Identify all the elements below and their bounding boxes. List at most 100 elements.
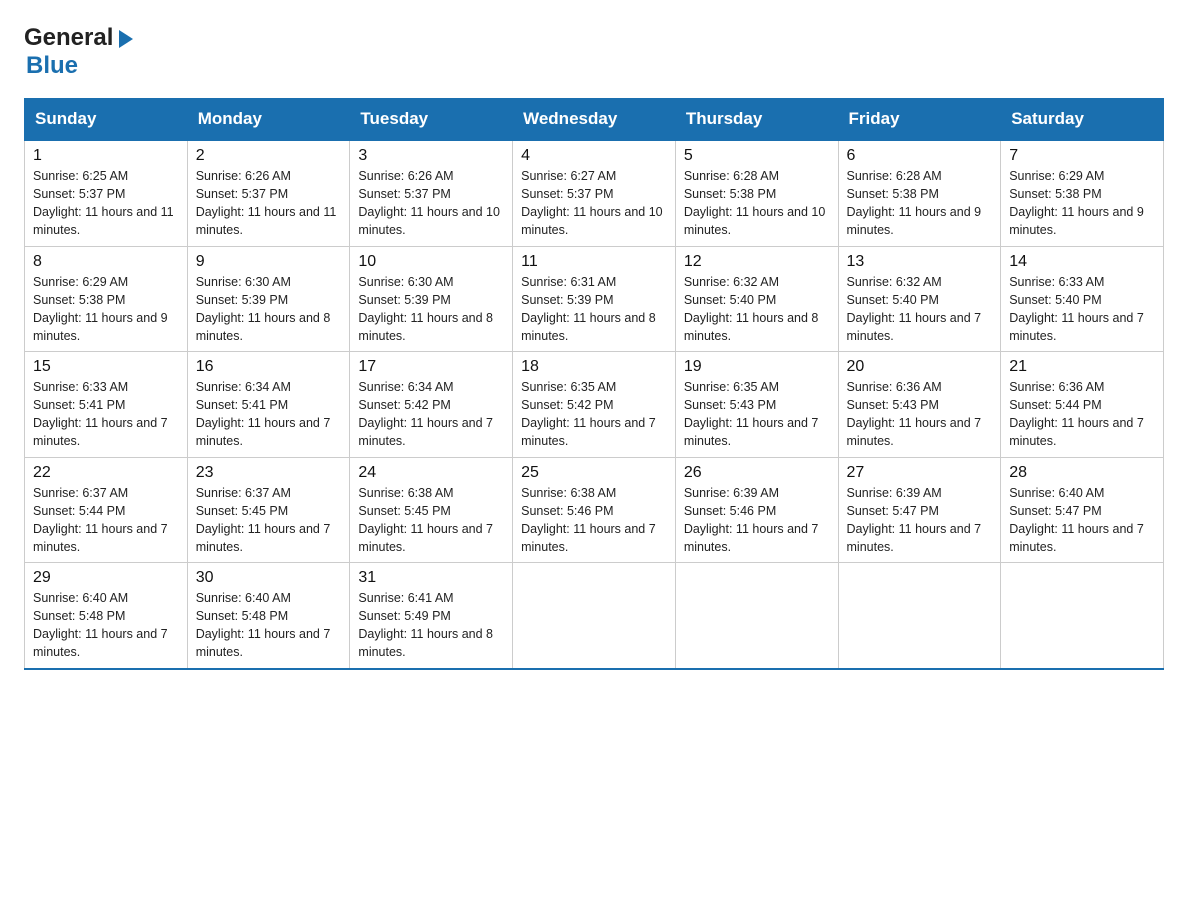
day-info: Sunrise: 6:36 AMSunset: 5:43 PMDaylight:… [847,378,993,451]
day-number: 29 [33,569,179,587]
calendar-body: 1 Sunrise: 6:25 AMSunset: 5:37 PMDaylight… [25,140,1164,669]
day-number: 25 [521,464,667,482]
day-number: 16 [196,358,342,376]
day-cell: 3 Sunrise: 6:26 AMSunset: 5:37 PMDaylight… [350,140,513,246]
week-row-2: 8 Sunrise: 6:29 AMSunset: 5:38 PMDaylight… [25,246,1164,352]
day-number: 17 [358,358,504,376]
calendar-header-row: SundayMondayTuesdayWednesdayThursdayFrid… [25,99,1164,141]
day-cell: 6Sunrise: 6:28 AMSunset: 5:38 PMDaylight… [838,140,1001,246]
day-info: Sunrise: 6:38 AMSunset: 5:45 PMDaylight:… [358,484,504,557]
col-header-monday: Monday [187,99,350,141]
day-cell: 1 Sunrise: 6:25 AMSunset: 5:37 PMDaylight… [25,140,188,246]
day-info: Sunrise: 6:34 AMSunset: 5:42 PMDaylight:… [358,378,504,451]
day-info: Sunrise: 6:32 AMSunset: 5:40 PMDaylight:… [684,273,830,346]
day-number: 24 [358,464,504,482]
day-cell: 2 Sunrise: 6:26 AMSunset: 5:37 PMDaylight… [187,140,350,246]
day-number: 9 [196,253,342,271]
week-row-3: 15 Sunrise: 6:33 AMSunset: 5:41 PMDayligh… [25,352,1164,458]
col-header-thursday: Thursday [675,99,838,141]
day-cell: 18 Sunrise: 6:35 AMSunset: 5:42 PMDayligh… [513,352,676,458]
day-info: Sunrise: 6:28 AMSunset: 5:38 PMDaylight:… [847,167,993,240]
day-cell: 22 Sunrise: 6:37 AMSunset: 5:44 PMDayligh… [25,457,188,563]
week-row-1: 1 Sunrise: 6:25 AMSunset: 5:37 PMDaylight… [25,140,1164,246]
day-cell [675,563,838,669]
logo-general: General [24,24,113,52]
day-number: 22 [33,464,179,482]
day-number: 21 [1009,358,1155,376]
day-cell: 31 Sunrise: 6:41 AMSunset: 5:49 PMDayligh… [350,563,513,669]
day-number: 8 [33,253,179,271]
day-number: 18 [521,358,667,376]
col-header-wednesday: Wednesday [513,99,676,141]
day-info: Sunrise: 6:25 AMSunset: 5:37 PMDaylight:… [33,167,179,240]
day-cell: 20 Sunrise: 6:36 AMSunset: 5:43 PMDayligh… [838,352,1001,458]
day-info: Sunrise: 6:39 AMSunset: 5:46 PMDaylight:… [684,484,830,557]
day-cell: 17 Sunrise: 6:34 AMSunset: 5:42 PMDayligh… [350,352,513,458]
day-cell: 19Sunrise: 6:35 AMSunset: 5:43 PMDayligh… [675,352,838,458]
day-cell: 15 Sunrise: 6:33 AMSunset: 5:41 PMDayligh… [25,352,188,458]
day-number: 3 [358,147,504,165]
day-info: Sunrise: 6:26 AMSunset: 5:37 PMDaylight:… [196,167,342,240]
day-info: Sunrise: 6:35 AMSunset: 5:42 PMDaylight:… [521,378,667,451]
day-number: 4 [521,147,667,165]
day-number: 14 [1009,253,1155,271]
day-cell: 30Sunrise: 6:40 AMSunset: 5:48 PMDayligh… [187,563,350,669]
week-row-4: 22 Sunrise: 6:37 AMSunset: 5:44 PMDayligh… [25,457,1164,563]
day-cell [513,563,676,669]
day-info: Sunrise: 6:30 AMSunset: 5:39 PMDaylight:… [196,273,342,346]
day-info: Sunrise: 6:41 AMSunset: 5:49 PMDaylight:… [358,589,504,662]
calendar-table: SundayMondayTuesdayWednesdayThursdayFrid… [24,98,1164,670]
day-info: Sunrise: 6:39 AMSunset: 5:47 PMDaylight:… [847,484,993,557]
day-info: Sunrise: 6:33 AMSunset: 5:41 PMDaylight:… [33,378,179,451]
day-info: Sunrise: 6:26 AMSunset: 5:37 PMDaylight:… [358,167,504,240]
day-cell: 24 Sunrise: 6:38 AMSunset: 5:45 PMDayligh… [350,457,513,563]
day-info: Sunrise: 6:40 AMSunset: 5:48 PMDaylight:… [33,589,179,662]
day-number: 12 [684,253,830,271]
day-cell: 12 Sunrise: 6:32 AMSunset: 5:40 PMDayligh… [675,246,838,352]
day-number: 26 [684,464,830,482]
day-info: Sunrise: 6:29 AMSunset: 5:38 PMDaylight:… [33,273,179,346]
day-number: 15 [33,358,179,376]
day-number: 7 [1009,147,1155,165]
day-cell: 5Sunrise: 6:28 AMSunset: 5:38 PMDaylight… [675,140,838,246]
day-info: Sunrise: 6:34 AMSunset: 5:41 PMDaylight:… [196,378,342,451]
day-cell: 27 Sunrise: 6:39 AMSunset: 5:47 PMDayligh… [838,457,1001,563]
day-info: Sunrise: 6:27 AMSunset: 5:37 PMDaylight:… [521,167,667,240]
day-cell: 11 Sunrise: 6:31 AMSunset: 5:39 PMDayligh… [513,246,676,352]
day-cell: 10Sunrise: 6:30 AMSunset: 5:39 PMDayligh… [350,246,513,352]
day-cell: 29 Sunrise: 6:40 AMSunset: 5:48 PMDayligh… [25,563,188,669]
day-cell: 7Sunrise: 6:29 AMSunset: 5:38 PMDaylight… [1001,140,1164,246]
day-cell: 16 Sunrise: 6:34 AMSunset: 5:41 PMDayligh… [187,352,350,458]
day-number: 23 [196,464,342,482]
day-number: 13 [847,253,993,271]
day-info: Sunrise: 6:40 AMSunset: 5:47 PMDaylight:… [1009,484,1155,557]
day-cell [838,563,1001,669]
day-cell: 25Sunrise: 6:38 AMSunset: 5:46 PMDayligh… [513,457,676,563]
day-info: Sunrise: 6:37 AMSunset: 5:45 PMDaylight:… [196,484,342,557]
day-info: Sunrise: 6:28 AMSunset: 5:38 PMDaylight:… [684,167,830,240]
day-number: 28 [1009,464,1155,482]
day-number: 11 [521,253,667,271]
logo-arrow-icon [115,28,135,50]
day-number: 31 [358,569,504,587]
day-info: Sunrise: 6:36 AMSunset: 5:44 PMDaylight:… [1009,378,1155,451]
col-header-saturday: Saturday [1001,99,1164,141]
day-number: 19 [684,358,830,376]
day-info: Sunrise: 6:37 AMSunset: 5:44 PMDaylight:… [33,484,179,557]
day-number: 27 [847,464,993,482]
day-cell: 8 Sunrise: 6:29 AMSunset: 5:38 PMDaylight… [25,246,188,352]
day-cell: 21 Sunrise: 6:36 AMSunset: 5:44 PMDayligh… [1001,352,1164,458]
day-cell: 26 Sunrise: 6:39 AMSunset: 5:46 PMDayligh… [675,457,838,563]
day-info: Sunrise: 6:33 AMSunset: 5:40 PMDaylight:… [1009,273,1155,346]
day-cell: 4 Sunrise: 6:27 AMSunset: 5:37 PMDaylight… [513,140,676,246]
day-cell: 23 Sunrise: 6:37 AMSunset: 5:45 PMDayligh… [187,457,350,563]
day-number: 10 [358,253,504,271]
day-number: 1 [33,147,179,165]
day-info: Sunrise: 6:32 AMSunset: 5:40 PMDaylight:… [847,273,993,346]
day-cell: 28 Sunrise: 6:40 AMSunset: 5:47 PMDayligh… [1001,457,1164,563]
page-header: General Blue [24,24,1164,80]
logo: General Blue [24,24,135,80]
day-number: 20 [847,358,993,376]
day-info: Sunrise: 6:31 AMSunset: 5:39 PMDaylight:… [521,273,667,346]
day-number: 2 [196,147,342,165]
